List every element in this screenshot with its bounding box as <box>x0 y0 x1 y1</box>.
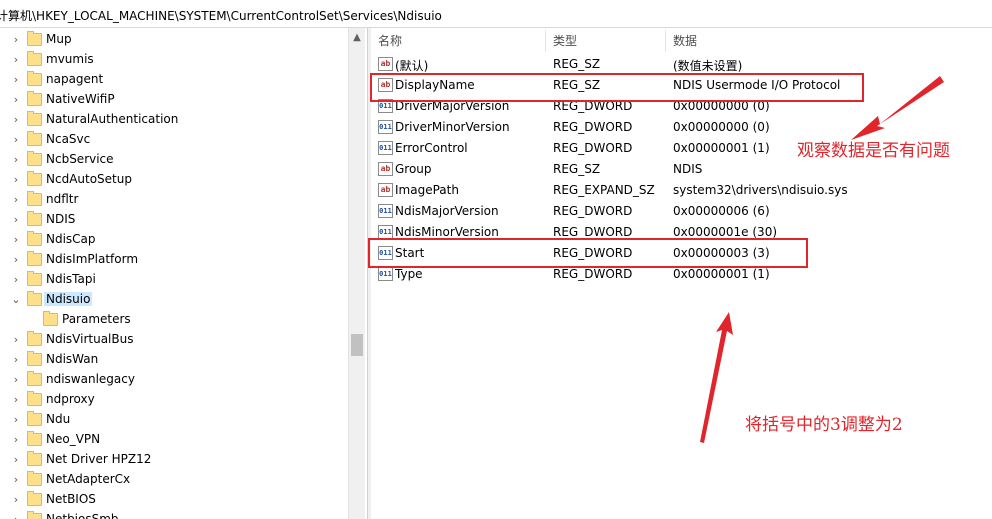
check-data-note: 观察数据是否有问题 <box>797 141 950 161</box>
arrow-to-displayname-icon <box>851 76 944 140</box>
arrow-to-start-icon <box>700 312 733 443</box>
annotation-arrows <box>700 76 944 443</box>
change-value-note: 将括号中的3调整为2 <box>745 415 903 435</box>
